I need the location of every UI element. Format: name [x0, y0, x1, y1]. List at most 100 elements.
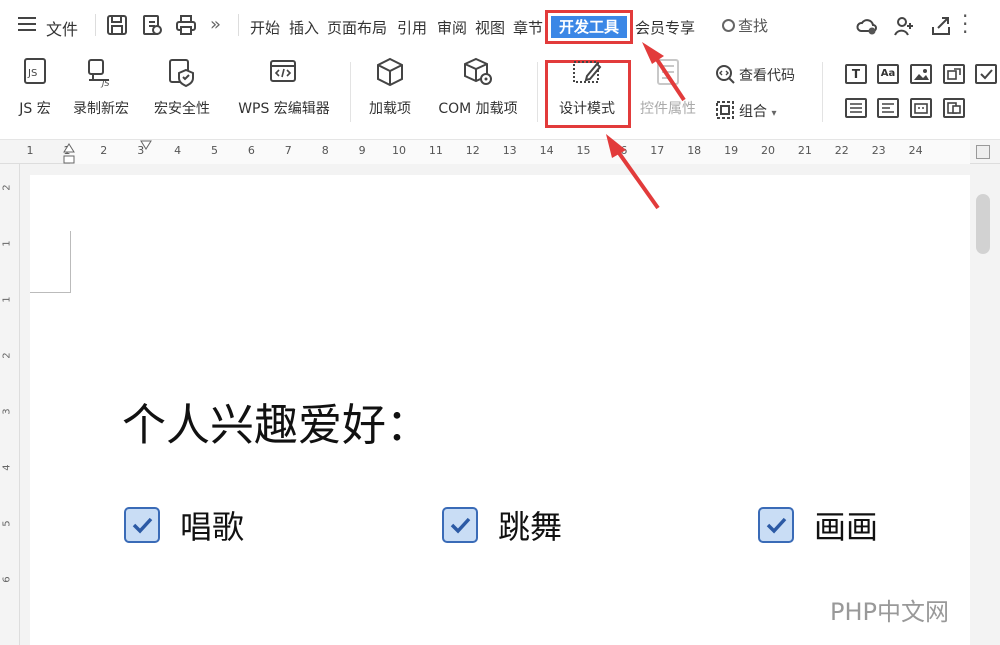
- addins-label: 加载项: [369, 101, 411, 117]
- ruler-tick-label: 6: [247, 144, 255, 157]
- ruler-tick-label: 22: [834, 144, 849, 157]
- view-code-icon: [716, 65, 735, 84]
- checkmark-icon: [766, 517, 787, 534]
- share-icon[interactable]: [930, 15, 952, 37]
- checkbox-item-singing[interactable]: 唱歌: [124, 505, 245, 546]
- tab-developer[interactable]: 开发工具: [551, 16, 627, 38]
- tab-insert[interactable]: 插入: [289, 17, 319, 38]
- macro-security-label: 宏安全性: [154, 101, 210, 117]
- svg-text:JS: JS: [100, 79, 109, 88]
- vertical-ruler-tick-label: 2: [1, 184, 13, 191]
- export-pdf-icon[interactable]: [141, 14, 163, 36]
- document-heading: 个人兴趣爱好：: [122, 400, 430, 451]
- vertical-ruler-tick-label: 4: [1, 464, 13, 471]
- search-button[interactable]: 查找: [722, 15, 768, 36]
- checkbox-painting[interactable]: [758, 507, 794, 543]
- print-icon[interactable]: [175, 14, 197, 36]
- control-properties-icon: [657, 59, 679, 85]
- com-addins-button[interactable]: COM 加载项: [428, 56, 528, 118]
- vertical-ruler-tick-label: 1: [1, 240, 13, 247]
- checkbox-control-icon[interactable]: [975, 64, 997, 84]
- picture-control-icon[interactable]: [910, 64, 932, 84]
- ruler-toggle-icon[interactable]: [976, 145, 990, 159]
- watermark: PHP中文网: [830, 598, 949, 626]
- ruler-tick-label: 9: [358, 144, 366, 157]
- js-macro-label: JS 宏: [19, 101, 51, 117]
- divider: [238, 14, 239, 36]
- dropdown-list-control-icon[interactable]: [877, 98, 899, 118]
- horizontal-ruler[interactable]: 1123456789101112131415161718192021222324: [0, 140, 1000, 164]
- tab-developer-highlight[interactable]: 开发工具: [545, 10, 633, 44]
- vertical-ruler-tick-label: 1: [1, 296, 13, 303]
- code-editor-icon: [270, 60, 296, 82]
- ruler-tick-label: 15: [576, 144, 591, 157]
- checkbox-item-dancing[interactable]: 跳舞: [442, 505, 562, 546]
- tab-references[interactable]: 引用: [397, 17, 427, 38]
- vertical-scrollbar[interactable]: [970, 164, 1000, 645]
- record-macro-button[interactable]: JS 录制新宏: [66, 56, 136, 118]
- rich-text-control-icon[interactable]: Aa: [877, 64, 899, 84]
- more-options-icon[interactable]: · · ·: [962, 6, 968, 42]
- developer-ribbon: JS JS 宏 JS 录制新宏 宏安全性 WPS 宏编辑器 加载项 COM 加载…: [0, 52, 1000, 140]
- repeating-section-control-icon[interactable]: [943, 98, 965, 118]
- vertical-ruler-tick-label: 3: [1, 408, 13, 415]
- checkbox-item-painting[interactable]: 画画: [758, 505, 878, 546]
- record-macro-label: 录制新宏: [73, 101, 129, 117]
- ruler-tick-label: 14: [539, 144, 554, 157]
- menu-bar: 文件 » 开始 插入 页面布局 引用 审阅 视图 章节 开发工具 会员专享 查找: [0, 0, 1000, 52]
- margin-corner-mark: [30, 292, 70, 293]
- js-macro-button[interactable]: JS JS 宏: [10, 56, 60, 118]
- cube-icon: [377, 57, 403, 87]
- tab-home[interactable]: 开始: [250, 17, 280, 38]
- divider: [350, 62, 351, 122]
- cube-gear-icon: [464, 57, 492, 85]
- add-user-icon[interactable]: [893, 15, 915, 37]
- ruler-tick-label: 7: [284, 144, 292, 157]
- document-page[interactable]: 个人兴趣爱好： 唱歌 跳舞 画画: [30, 175, 970, 645]
- indent-marker-icon[interactable]: [62, 142, 76, 166]
- combo-box-control-icon[interactable]: [845, 98, 867, 118]
- group-label: 组合: [739, 104, 767, 120]
- macro-security-button[interactable]: 宏安全性: [146, 56, 218, 118]
- vertical-ruler[interactable]: 2 1 1 2 3 4 5 6: [0, 164, 20, 645]
- file-menu[interactable]: 文件: [46, 16, 78, 40]
- ruler-tick-label: 8: [321, 144, 329, 157]
- ruler-tick-label: 20: [761, 144, 775, 157]
- control-properties-button[interactable]: 控件属性: [632, 56, 704, 118]
- wps-macro-editor-button[interactable]: WPS 宏编辑器: [228, 56, 340, 118]
- building-block-control-icon[interactable]: [943, 64, 965, 84]
- ruler-tick-label: 13: [502, 144, 517, 157]
- control-properties-label: 控件属性: [640, 101, 696, 117]
- checkbox-label: 唱歌: [180, 508, 245, 546]
- tab-chapter[interactable]: 章节: [513, 17, 543, 38]
- addins-button[interactable]: 加载项: [362, 56, 418, 118]
- scrollbar-thumb[interactable]: [976, 194, 990, 254]
- date-picker-control-icon[interactable]: [910, 98, 932, 118]
- com-addins-label: COM 加载项: [438, 101, 518, 117]
- text-control-icon[interactable]: T: [845, 64, 867, 84]
- ruler-tick-label: 19: [724, 144, 739, 157]
- save-icon[interactable]: [106, 14, 128, 36]
- ruler-tick-label: 17: [650, 144, 665, 157]
- tab-view[interactable]: 视图: [475, 17, 505, 38]
- tab-member[interactable]: 会员专享: [635, 17, 695, 38]
- checkbox-dancing[interactable]: [442, 507, 478, 543]
- more-chevron-icon[interactable]: »: [210, 14, 221, 35]
- ruler-tick-label: 5: [211, 144, 218, 157]
- margin-corner-mark: [70, 231, 71, 293]
- checkbox-singing[interactable]: [124, 507, 160, 543]
- ruler-tick-label: 1: [26, 144, 34, 157]
- first-line-indent-icon[interactable]: [140, 140, 152, 150]
- design-mode-button[interactable]: 设计模式: [551, 56, 623, 118]
- ruler-tick-label: 12: [465, 144, 480, 157]
- tab-page-layout[interactable]: 页面布局: [327, 17, 387, 38]
- group-button[interactable]: 组合 ▾: [715, 100, 776, 121]
- hamburger-menu-icon[interactable]: [18, 17, 36, 31]
- divider: [822, 62, 823, 122]
- tab-review[interactable]: 审阅: [437, 17, 467, 38]
- divider: [95, 14, 96, 36]
- vertical-ruler-tick-label: 2: [1, 352, 13, 359]
- svg-text:JS: JS: [27, 68, 37, 79]
- view-code-button[interactable]: 查看代码: [715, 64, 795, 85]
- cloud-sync-icon[interactable]: [856, 15, 878, 37]
